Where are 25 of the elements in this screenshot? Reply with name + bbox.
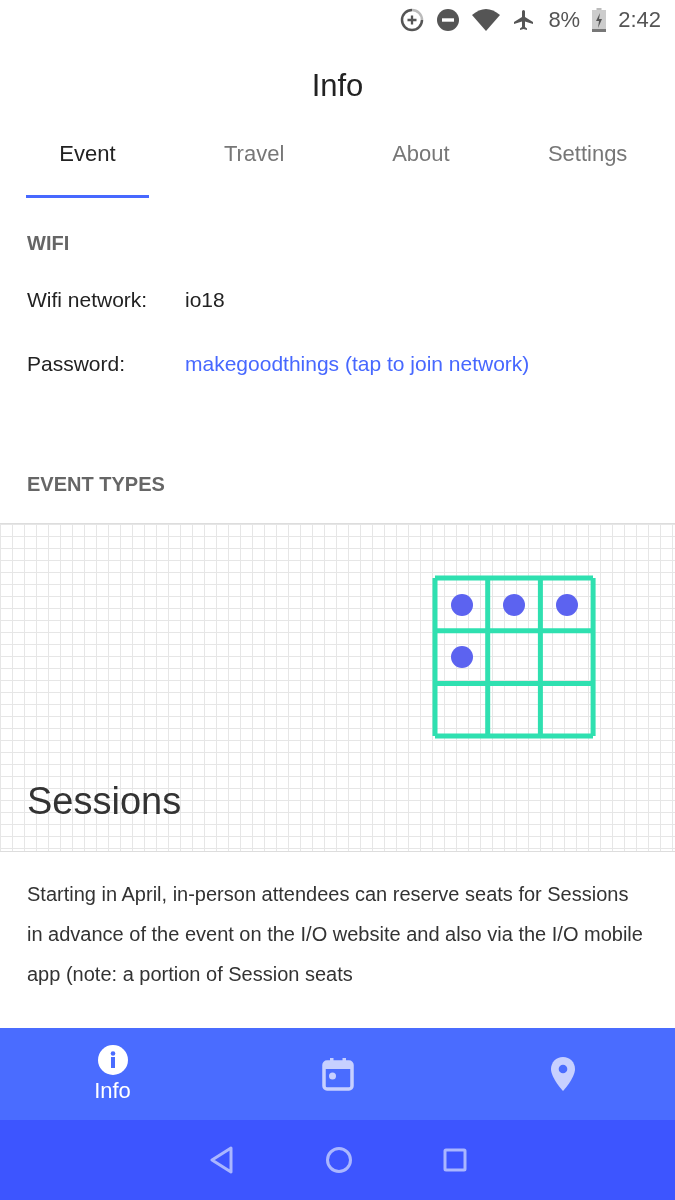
event-type-title: Sessions xyxy=(26,780,182,823)
event-type-description: Starting in April, in-person attendees can reserve seats for Sessions in advance of the event on the I/O website and also via the I/O mobile app (note: a portion of Session seats xyxy=(26,882,644,987)
password-link[interactable]: makegoodthings (tap to join network) xyxy=(185,352,530,376)
do-not-disturb-icon xyxy=(436,8,461,32)
battery-charging-icon xyxy=(592,8,607,32)
tab[interactable]: Event xyxy=(26,141,149,198)
recents-button[interactable] xyxy=(442,1148,467,1172)
section-heading: EVENT TYPES xyxy=(26,473,166,496)
screen-title: Info xyxy=(311,67,364,105)
data-saver-icon xyxy=(400,8,425,32)
field-value: io18 xyxy=(185,288,225,312)
tab[interactable]: Settings xyxy=(526,141,649,198)
calendar-icon xyxy=(321,1057,354,1091)
tab[interactable]: About xyxy=(359,141,483,198)
home-button[interactable] xyxy=(324,1146,353,1174)
map-pin-icon xyxy=(549,1056,576,1092)
field-label: Wifi network: xyxy=(27,288,149,312)
wifi-icon xyxy=(472,9,501,31)
section-heading: WIFI xyxy=(26,232,71,255)
info-icon xyxy=(96,1044,129,1076)
back-button[interactable] xyxy=(208,1146,235,1174)
battery-percentage: 8% xyxy=(548,7,581,33)
clock-time: 2:42 xyxy=(618,7,661,33)
field-label: Password: xyxy=(27,352,127,376)
tab[interactable]: Travel xyxy=(192,141,316,198)
